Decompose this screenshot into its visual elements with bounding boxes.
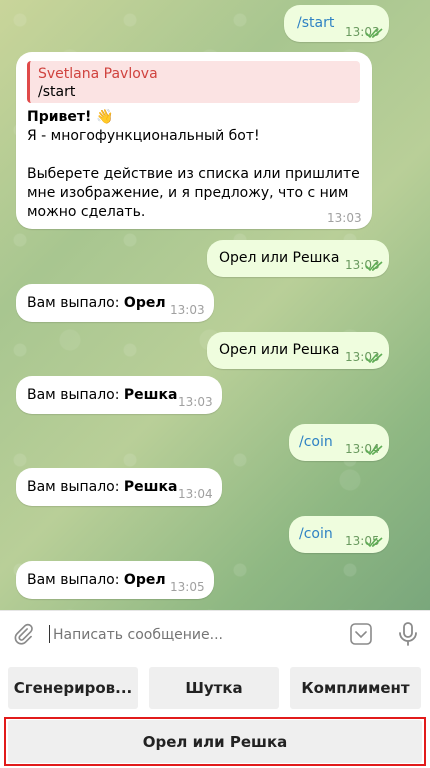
reply-text: /start xyxy=(38,84,76,100)
outgoing-message[interactable]: Орел или Решка 13:03 xyxy=(207,240,389,277)
message-time: 13:03 xyxy=(178,395,213,409)
microphone-icon[interactable] xyxy=(397,621,419,647)
message-text: Вам выпало: Орел xyxy=(27,572,166,588)
message-text[interactable]: /start xyxy=(297,14,334,33)
outgoing-message[interactable]: /start 13:03 xyxy=(284,5,389,42)
message-time: 13:03 xyxy=(170,303,205,317)
read-checks-icon xyxy=(365,445,383,456)
message-text: Вам выпало: Решка xyxy=(27,387,178,403)
keyboard-button-joke[interactable]: Шутка xyxy=(149,667,279,709)
message-input-bar xyxy=(0,610,430,657)
keyboard-button-compliment[interactable]: Комплимент xyxy=(290,667,421,709)
incoming-message[interactable]: Вам выпало: Орел 13:03 xyxy=(16,284,214,322)
cursor-caret xyxy=(49,625,50,643)
greeting-text: Привет! 👋 xyxy=(27,109,114,125)
attach-paperclip-icon[interactable] xyxy=(12,623,34,645)
reply-preview[interactable]: Svetlana Pavlova /start xyxy=(27,61,360,103)
outgoing-message[interactable]: /coin 13:05 xyxy=(289,516,389,553)
message-text: Вам выпало: Орел xyxy=(27,295,166,311)
reply-author: Svetlana Pavlova xyxy=(38,66,158,82)
chat-area[interactable]: /start 13:03 Svetlana Pavlova /start При… xyxy=(0,0,430,610)
read-checks-icon xyxy=(365,261,383,272)
coin-result: Решка xyxy=(123,387,178,403)
message-text: Орел или Решка xyxy=(219,250,340,266)
message-time: 13:03 xyxy=(327,211,362,225)
message-time: 13:05 xyxy=(170,580,205,594)
message-text: Вам выпало: Решка xyxy=(27,479,178,495)
highlight-frame xyxy=(4,717,426,766)
message-text[interactable]: /coin xyxy=(299,525,333,544)
message-line: мне изображение, и я предложу, что с ним xyxy=(27,185,349,201)
message-time: 13:04 xyxy=(178,487,213,501)
message-text[interactable]: /coin xyxy=(299,433,333,452)
message-line: Выберете действие из списка или пришлите xyxy=(27,166,360,182)
coin-result: Орел xyxy=(123,295,166,311)
outgoing-message[interactable]: /coin 13:04 xyxy=(289,424,389,461)
read-checks-icon xyxy=(365,28,383,39)
read-checks-icon xyxy=(365,537,383,548)
coin-result: Решка xyxy=(123,479,178,495)
incoming-message[interactable]: Вам выпало: Орел 13:05 xyxy=(16,561,214,599)
message-text: Орел или Решка xyxy=(219,342,340,358)
incoming-message[interactable]: Svetlana Pavlova /start Привет! 👋 Я - мн… xyxy=(16,52,372,229)
bot-keyboard-toggle-icon[interactable] xyxy=(349,622,373,646)
outgoing-message[interactable]: Орел или Решка 13:03 xyxy=(207,332,389,369)
read-checks-icon xyxy=(365,353,383,364)
message-line: можно сделать. xyxy=(27,204,146,220)
incoming-message[interactable]: Вам выпало: Решка 13:04 xyxy=(16,468,222,506)
message-body: Привет! 👋 Я - многофункциональный бот! В… xyxy=(27,108,362,222)
incoming-message[interactable]: Вам выпало: Решка 13:03 xyxy=(16,376,222,414)
coin-result: Орел xyxy=(123,572,166,588)
keyboard-button-generate[interactable]: Сгенериров... xyxy=(8,667,138,709)
message-line: Я - многофункциональный бот! xyxy=(27,128,260,144)
message-input[interactable] xyxy=(51,623,340,647)
